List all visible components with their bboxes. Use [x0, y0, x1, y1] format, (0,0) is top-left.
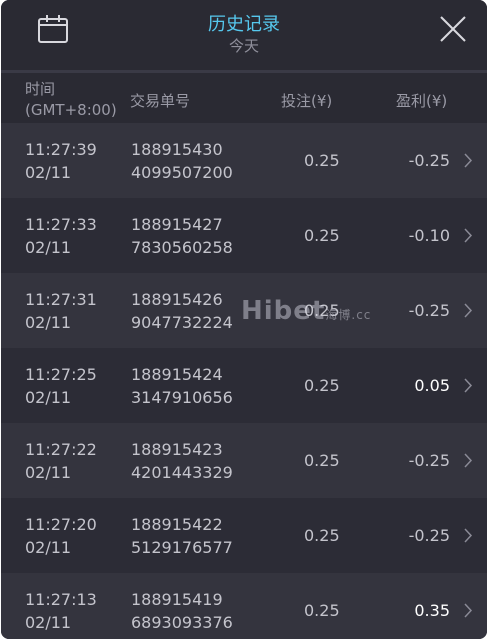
row-order-line2: 6893093376: [131, 613, 233, 632]
row-time-value: 11:27:25: [25, 365, 97, 384]
row-bet: 0.25: [304, 526, 340, 545]
row-order-line1: 188915423: [131, 440, 223, 459]
row-date-value: 02/11: [25, 313, 72, 332]
row-order: 188915424 3147910656: [131, 363, 233, 409]
row-order-line1: 188915427: [131, 215, 223, 234]
order-column-header: 交易单号: [130, 92, 191, 110]
row-order-line2: 9047732224: [131, 313, 233, 332]
row-order-line2: 4099507200: [131, 163, 233, 182]
chevron-right-icon: [464, 228, 473, 243]
row-order-line2: 4201443329: [131, 463, 233, 482]
row-order-line2: 3147910656: [131, 388, 233, 407]
row-profit: 0.35: [414, 601, 450, 620]
row-bet: 0.25: [304, 226, 340, 245]
row-bet: 0.25: [304, 301, 340, 320]
chevron-right-icon: [464, 303, 473, 318]
row-time-value: 11:27:13: [25, 590, 97, 609]
row-date-value: 02/11: [25, 538, 72, 557]
row-bet: 0.25: [304, 451, 340, 470]
row-profit: 0.05: [414, 376, 450, 395]
row-time: 11:27:20 02/11: [25, 513, 97, 559]
bet-column-header: 投注(¥): [281, 92, 333, 110]
row-order: 188915427 7830560258: [131, 213, 233, 259]
history-row[interactable]: 11:27:25 02/11 188915424 3147910656 0.25 0…: [1, 348, 487, 423]
history-row[interactable]: 11:27:39 02/11 188915430 4099507200 0.25 -…: [1, 123, 487, 198]
history-row[interactable]: 11:27:13 02/11 188915419 6893093376 0.25 0…: [1, 573, 487, 639]
row-date-value: 02/11: [25, 163, 72, 182]
row-order-line1: 188915426: [131, 290, 223, 309]
row-time-value: 11:27:33: [25, 215, 97, 234]
chevron-right-icon: [464, 603, 473, 618]
row-bet: 0.25: [304, 376, 340, 395]
row-time-value: 11:27:39: [25, 140, 97, 159]
row-order: 188915419 6893093376: [131, 588, 233, 634]
row-order-line2: 7830560258: [131, 238, 233, 257]
row-time: 11:27:39 02/11: [25, 138, 97, 184]
row-order: 188915426 9047732224: [131, 288, 233, 334]
time-column-header: 时间 (GMT+8:00): [25, 79, 117, 121]
row-time-value: 11:27:20: [25, 515, 97, 534]
row-time: 11:27:13 02/11: [25, 588, 97, 634]
history-row[interactable]: 11:27:31 02/11 188915426 9047732224 0.25 -…: [1, 273, 487, 348]
row-profit: -0.25: [408, 301, 450, 320]
page-subtitle: 今天: [228, 37, 259, 55]
row-order-line1: 188915424: [131, 365, 223, 384]
row-profit: -0.25: [408, 151, 450, 170]
row-date-value: 02/11: [25, 238, 72, 257]
row-time: 11:27:22 02/11: [25, 438, 97, 484]
header: 历史记录 今天: [1, 0, 487, 70]
row-profit: -0.25: [408, 526, 450, 545]
row-profit: -0.25: [408, 451, 450, 470]
row-order: 188915422 5129176577: [131, 513, 233, 559]
row-date-value: 02/11: [25, 463, 72, 482]
row-order-line1: 188915419: [131, 590, 223, 609]
row-time: 11:27:33 02/11: [25, 213, 97, 259]
row-order-line1: 188915430: [131, 140, 223, 159]
row-time: 11:27:25 02/11: [25, 363, 97, 409]
row-order-line1: 188915422: [131, 515, 223, 534]
row-time-value: 11:27:22: [25, 440, 97, 459]
chevron-right-icon: [464, 378, 473, 393]
chevron-right-icon: [464, 453, 473, 468]
row-order: 188915430 4099507200: [131, 138, 233, 184]
row-bet: 0.25: [304, 601, 340, 620]
timezone-label: (GMT+8:00): [25, 101, 117, 119]
row-profit: -0.10: [408, 226, 450, 245]
row-order-line2: 5129176577: [131, 538, 233, 557]
row-time-value: 11:27:31: [25, 290, 97, 309]
history-row[interactable]: 11:27:33 02/11 188915427 7830560258 0.25 -…: [1, 198, 487, 273]
close-icon[interactable]: [438, 14, 468, 44]
row-date-value: 02/11: [25, 388, 72, 407]
chevron-right-icon: [464, 153, 473, 168]
column-header: 时间 (GMT+8:00) 交易单号 投注(¥) 盈利(¥): [1, 73, 487, 123]
row-bet: 0.25: [304, 151, 340, 170]
row-time: 11:27:31 02/11: [25, 288, 97, 334]
history-row[interactable]: 11:27:22 02/11 188915423 4201443329 0.25 -…: [1, 423, 487, 498]
profit-column-header: 盈利(¥): [396, 92, 448, 110]
page-title: 历史记录: [208, 14, 280, 35]
history-row[interactable]: 11:27:20 02/11 188915422 5129176577 0.25 -…: [1, 498, 487, 573]
row-order: 188915423 4201443329: [131, 438, 233, 484]
chevron-right-icon: [464, 528, 473, 543]
time-header-label: 时间: [25, 80, 56, 98]
history-panel: 历史记录 今天 时间 (GMT+8:00) 交易单号 投注(¥) 盈利(¥) 1…: [1, 0, 487, 639]
row-date-value: 02/11: [25, 613, 72, 632]
